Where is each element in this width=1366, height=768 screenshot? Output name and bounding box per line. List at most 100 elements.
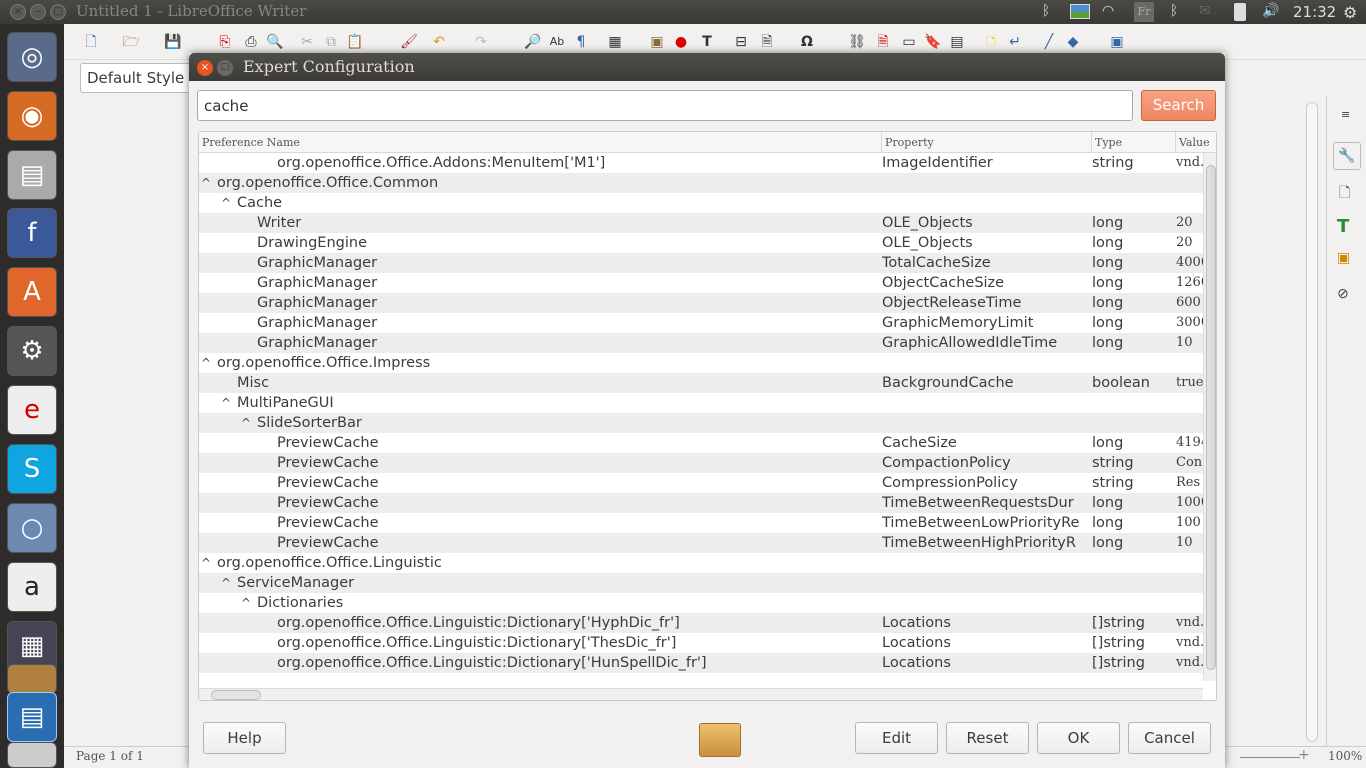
track-changes-icon[interactable]: ↵	[1006, 33, 1024, 51]
new-document-icon[interactable]: 🗋	[82, 33, 100, 51]
table-row[interactable]: Misc BackgroundCache boolean true	[199, 373, 1203, 393]
zoom-in-icon[interactable]: +	[1298, 747, 1310, 763]
print-preview-icon[interactable]: 🔍	[266, 33, 284, 51]
field-icon[interactable]: 🗎	[758, 33, 776, 51]
edit-button[interactable]: Edit	[855, 722, 938, 754]
collapse-icon[interactable]: ^	[221, 393, 231, 413]
table-row[interactable]: GraphicManager ObjectCacheSize long 1260	[199, 273, 1203, 293]
table-row[interactable]: PreviewCache TimeBetweenLowPriorityRe long…	[199, 513, 1203, 533]
collapse-icon[interactable]: ^	[201, 173, 211, 193]
display-icon[interactable]	[1070, 4, 1090, 19]
properties-icon[interactable]: 🔧	[1333, 142, 1361, 170]
table-row[interactable]: GraphicManager ObjectReleaseTime long 600	[199, 293, 1203, 313]
vertical-scroll-thumb[interactable]	[1206, 165, 1216, 670]
gear-icon[interactable]: ⚙	[1343, 3, 1357, 22]
table-row[interactable]: PreviewCache CompactionPolicy string Con	[199, 453, 1203, 473]
cut-icon[interactable]: ✂	[298, 33, 316, 51]
open-icon[interactable]: 🗁	[122, 33, 140, 51]
bluetooth-icon[interactable]: ᛒ	[1170, 3, 1178, 19]
zoom-slider[interactable]	[1240, 757, 1300, 758]
table-row[interactable]: org.openoffice.Office.Linguistic:Diction…	[199, 613, 1203, 633]
column-header-type[interactable]: Type	[1092, 132, 1176, 153]
volume-icon[interactable]: 🔊	[1262, 3, 1279, 19]
paste-icon[interactable]: 📋	[346, 33, 364, 51]
maximize-window-button[interactable]: □	[50, 4, 66, 20]
skype-icon[interactable]: S	[7, 444, 57, 494]
comment-icon[interactable]: 🗅	[982, 33, 1000, 51]
print-icon[interactable]: ⎙	[242, 33, 260, 51]
collapse-icon[interactable]: ^	[221, 573, 231, 593]
draw-functions-icon[interactable]: ▣	[1108, 33, 1126, 51]
table-row[interactable]: ^ Dictionaries	[199, 593, 1203, 613]
column-header-preference-name[interactable]: Preference Name	[199, 132, 882, 153]
search-button[interactable]: Search	[1141, 90, 1216, 121]
facebook-icon[interactable]: f	[7, 208, 57, 258]
table-row[interactable]: ^ MultiPaneGUI	[199, 393, 1203, 413]
sidebar-menu-icon[interactable]: ≡	[1341, 108, 1350, 121]
table-row[interactable]: ^ org.openoffice.Office.Linguistic	[199, 553, 1203, 573]
cancel-button[interactable]: Cancel	[1128, 722, 1211, 754]
clock[interactable]: 21:32	[1293, 3, 1336, 21]
table-row[interactable]: org.openoffice.Office.Addons:MenuItem['M…	[199, 153, 1203, 173]
footnote-icon[interactable]: 🗎	[874, 33, 892, 51]
page-break-icon[interactable]: ⊟	[732, 33, 750, 51]
libreoffice-writer-icon[interactable]: ▤	[7, 692, 57, 742]
table-row[interactable]: Writer OLE_Objects long 20	[199, 213, 1203, 233]
line-icon[interactable]: ╱	[1040, 33, 1058, 51]
column-header-property[interactable]: Property	[882, 132, 1092, 153]
close-window-button[interactable]: ×	[10, 4, 26, 20]
table-row[interactable]: PreviewCache TimeBetweenRequestsDur long 10…	[199, 493, 1203, 513]
table-row[interactable]: GraphicManager GraphicAllowedIdleTime long…	[199, 333, 1203, 353]
table-row[interactable]: ^ ServiceManager	[199, 573, 1203, 593]
table-row[interactable]: org.openoffice.Office.Linguistic:Diction…	[199, 653, 1203, 673]
gallery-icon[interactable]: ▣	[1337, 250, 1350, 266]
software-center-icon[interactable]: A	[7, 267, 57, 317]
table-row[interactable]: PreviewCache TimeBetweenHighPriorityR long…	[199, 533, 1203, 553]
amazon-icon[interactable]: a	[7, 562, 57, 612]
vertical-scrollbar[interactable]	[1203, 153, 1216, 681]
table-row[interactable]: DrawingEngine OLE_Objects long 20	[199, 233, 1203, 253]
minimize-window-button[interactable]: –	[30, 4, 46, 20]
table-row[interactable]: ^ org.openoffice.Office.Common	[199, 173, 1203, 193]
table-row[interactable]: org.openoffice.Office.Linguistic:Diction…	[199, 633, 1203, 653]
column-header-value[interactable]: Value	[1176, 132, 1216, 153]
horizontal-scroll-thumb[interactable]	[211, 690, 261, 700]
collapse-icon[interactable]: ^	[221, 193, 231, 213]
zoom-level[interactable]: 100%	[1328, 749, 1362, 763]
firefox-icon[interactable]: ◉	[7, 91, 57, 141]
table-row[interactable]: GraphicManager GraphicMemoryLimit long 3000	[199, 313, 1203, 333]
navigator-icon[interactable]: ⊘	[1337, 286, 1349, 302]
image-icon[interactable]: ▣	[648, 33, 666, 51]
search-input[interactable]	[197, 90, 1133, 121]
collapse-icon[interactable]: ^	[241, 413, 251, 433]
spellcheck-icon[interactable]: Ab	[548, 33, 566, 51]
redo-icon[interactable]: ↷	[472, 33, 490, 51]
collapse-icon[interactable]: ^	[201, 353, 211, 373]
basic-shapes-icon[interactable]: ◆	[1064, 33, 1082, 51]
minimize-dialog-button[interactable]: □	[217, 60, 233, 76]
ok-button[interactable]: OK	[1037, 722, 1120, 754]
mail-icon[interactable]: ✉	[1199, 3, 1211, 19]
help-button[interactable]: Help	[203, 722, 286, 754]
collapse-icon[interactable]: ^	[201, 553, 211, 573]
paragraph-style-select[interactable]: Default Style	[80, 63, 200, 93]
battery-icon[interactable]	[1234, 3, 1246, 21]
table-row[interactable]: ^ Cache	[199, 193, 1203, 213]
app-e-icon[interactable]: e	[7, 385, 57, 435]
special-character-icon[interactable]: Ω	[798, 33, 816, 51]
table-row[interactable]: ^ SlideSorterBar	[199, 413, 1203, 433]
chart-icon[interactable]: ●	[672, 33, 690, 51]
table-row[interactable]: ^ org.openoffice.Office.Impress	[199, 353, 1203, 373]
document-scrollbar[interactable]	[1306, 102, 1318, 742]
horizontal-scrollbar[interactable]	[199, 688, 1203, 700]
hyperlink-icon[interactable]: ⛓	[848, 33, 866, 51]
wifi-icon[interactable]: ◠	[1102, 3, 1114, 19]
table-row[interactable]: PreviewCache CompressionPolicy string Res	[199, 473, 1203, 493]
close-dialog-button[interactable]: ×	[197, 60, 213, 76]
cross-reference-icon[interactable]: ▤	[948, 33, 966, 51]
file-manager-icon[interactable]: ▤	[7, 150, 57, 200]
system-settings-icon[interactable]: ⚙	[7, 326, 57, 376]
fontwork-icon[interactable]: T	[698, 33, 716, 51]
table-row[interactable]: PreviewCache CacheSize long 4194	[199, 433, 1203, 453]
keyboard-layout-indicator[interactable]: Fr	[1134, 2, 1154, 22]
